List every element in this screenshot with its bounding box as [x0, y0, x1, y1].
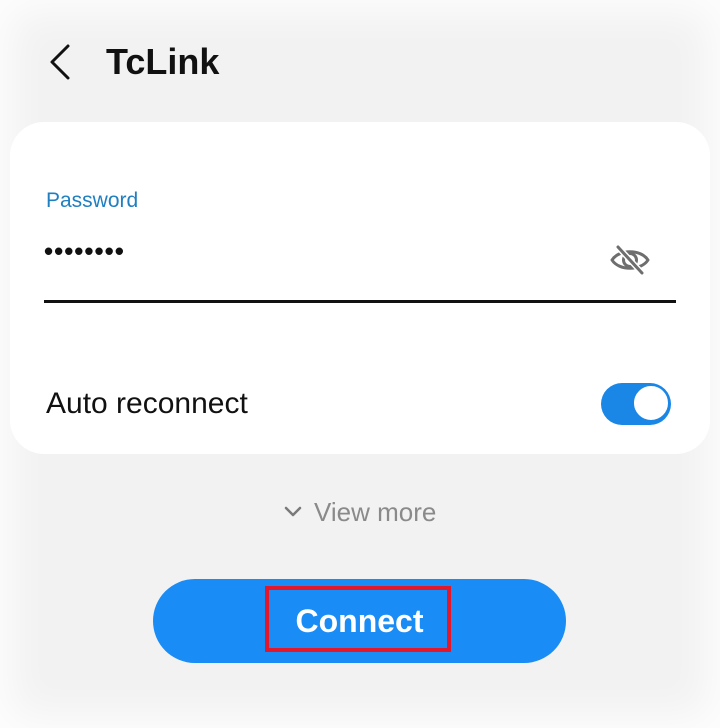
auto-reconnect-label: Auto reconnect [46, 387, 248, 420]
password-label: Password [46, 189, 139, 212]
view-more-button[interactable]: View more [284, 494, 436, 530]
toggle-knob [633, 385, 669, 421]
view-more-label: View more [314, 497, 437, 527]
toggle-password-visibility-button[interactable] [608, 242, 652, 278]
chevron-left-icon [50, 44, 70, 80]
header: TcLink [0, 0, 720, 120]
password-underline [44, 300, 676, 303]
back-button[interactable] [40, 40, 80, 84]
connect-button[interactable]: Connect [153, 579, 566, 663]
auto-reconnect-toggle[interactable] [601, 383, 671, 425]
password-input[interactable]: •••••••• [44, 234, 125, 268]
network-settings-card: Password •••••••• Auto reconnect [10, 122, 710, 454]
page-title: TcLink [106, 41, 220, 82]
chevron-down-icon [284, 506, 302, 517]
connect-button-label: Connect [295, 603, 424, 639]
eye-off-icon [610, 244, 650, 276]
